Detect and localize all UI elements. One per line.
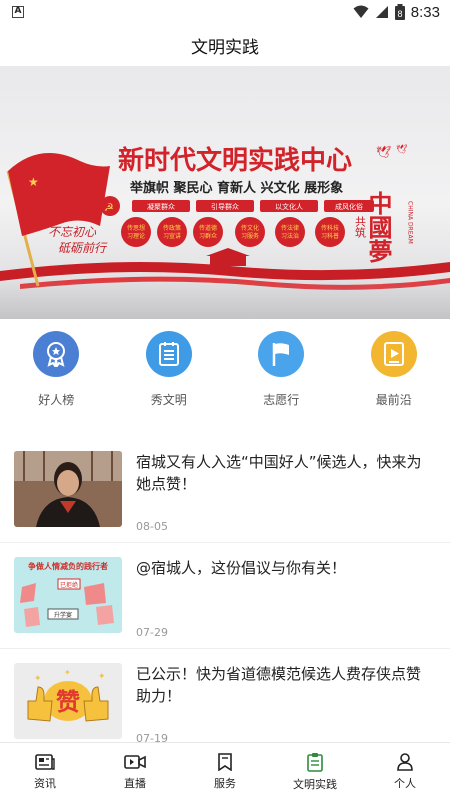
- svg-text:✦: ✦: [34, 674, 42, 684]
- quick-label: 好人榜: [38, 393, 75, 407]
- quick-item-civilization[interactable]: 秀文明: [124, 331, 214, 408]
- svg-text:☭: ☭: [104, 201, 114, 214]
- nav-item-news[interactable]: 资讯: [5, 753, 85, 791]
- svg-text:✦: ✦: [64, 668, 71, 677]
- china-dream-en: CHINA DREAM: [407, 201, 414, 244]
- news-title: @宿城人，这份倡议与你有关！: [136, 559, 347, 577]
- news-thumbnail: 争做人情减负的践行者 已拒绝 升学宴: [14, 557, 122, 633]
- svg-text:传科技: 传科技: [321, 224, 339, 232]
- svg-text:习宣讲: 习宣讲: [163, 232, 181, 240]
- bottom-nav: 资讯 直播 服务 文明实践 个人: [0, 742, 450, 800]
- svg-text:已拒绝: 已拒绝: [60, 581, 78, 589]
- banner-tags: 凝聚群众 引导群众 以文化人 成风化俗: [132, 200, 374, 212]
- news-item[interactable]: 宿城又有人入选“中国好人”候选人，快来为她点赞！ 08-05: [0, 437, 450, 543]
- china-dream-side: 共筑: [354, 216, 367, 238]
- svg-text:升学宴: 升学宴: [54, 611, 72, 619]
- award-badge-icon: [33, 331, 80, 377]
- person-icon: [397, 752, 413, 771]
- dove-icon: 🕊: [376, 145, 391, 159]
- svg-text:习法治: 习法治: [281, 232, 299, 240]
- news-date: 08-05: [136, 520, 168, 533]
- tiananmen-icon: [206, 248, 250, 266]
- clipboard-icon: [307, 752, 323, 772]
- quick-label: 秀文明: [150, 393, 187, 407]
- news-title: 宿城又有人入选“中国好人”候选人，快来为她点赞！: [136, 453, 422, 493]
- news-thumbnail: 赞 ✦ ✦ ✦: [14, 663, 122, 739]
- news-item[interactable]: 赞 ✦ ✦ ✦ 已公示！快为省道德模范候选人费存侠点赞助力！ 07-19: [0, 649, 450, 755]
- nav-item-civilization-practice[interactable]: 文明实践: [275, 752, 355, 792]
- battery-icon: 8: [394, 4, 405, 20]
- wifi-icon: [353, 5, 369, 18]
- banner-slogan: 举旗帜 聚民心 育新人 兴文化 展形象: [129, 180, 343, 196]
- news-item[interactable]: 争做人情减负的践行者 已拒绝 升学宴 @宿城人，这份倡议与你有关！ 07-29: [0, 543, 450, 649]
- nav-item-live[interactable]: 直播: [95, 753, 175, 791]
- flag-star: ★: [28, 175, 39, 189]
- news-date: 07-29: [136, 626, 168, 639]
- side-text-1: 不忘初心: [48, 225, 97, 239]
- flag-icon: [258, 331, 305, 377]
- svg-text:习服务: 习服务: [241, 232, 259, 240]
- svg-text:习理论: 习理论: [127, 232, 145, 240]
- banner-circles: 传思想 习理论 传政策 习宣讲 传道德 习群众 传文化 习服务 传法律 习法治 …: [121, 217, 345, 247]
- svg-text:传文化: 传文化: [241, 224, 259, 232]
- svg-text:传道德: 传道德: [199, 224, 217, 232]
- side-text-2: 砥砺前行: [58, 241, 108, 255]
- svg-text:传法律: 传法律: [281, 224, 299, 232]
- bookmark-icon: [218, 752, 232, 771]
- banner-carousel[interactable]: ★ 新时代文明实践中心 举旗帜 聚民心 育新人 兴文化 展形象 ☭ 凝聚群众 引…: [0, 66, 450, 319]
- quick-item-frontier[interactable]: 最前沿: [349, 331, 439, 408]
- nav-label: 文明实践: [293, 777, 337, 791]
- quick-label: 最前沿: [375, 393, 412, 407]
- svg-text:✦: ✦: [98, 672, 106, 682]
- svg-text:习群众: 习群众: [199, 232, 217, 240]
- quick-menu: 好人榜 秀文明 志愿行 最前沿: [0, 319, 450, 437]
- nav-item-service[interactable]: 服务: [185, 752, 265, 791]
- quick-item-good-people[interactable]: 好人榜: [11, 331, 101, 408]
- svg-text:凝聚群众: 凝聚群众: [147, 202, 175, 211]
- svg-text:🕊: 🕊: [396, 143, 408, 155]
- svg-text:传思想: 传思想: [127, 224, 145, 232]
- svg-text:赞: 赞: [55, 688, 80, 716]
- nav-item-profile[interactable]: 个人: [365, 752, 445, 791]
- banner-shadow: [0, 279, 450, 319]
- nav-label: 直播: [124, 776, 146, 790]
- signal-icon: [375, 6, 388, 18]
- nav-label: 服务: [214, 776, 236, 790]
- svg-text:以文化人: 以文化人: [275, 202, 303, 211]
- news-list: 宿城又有人入选“中国好人”候选人，快来为她点赞！ 08-05 争做人情减负的践行…: [0, 437, 450, 755]
- quick-label: 志愿行: [263, 393, 300, 407]
- svg-text:争做人情减负的践行者: 争做人情减负的践行者: [28, 561, 108, 571]
- svg-text:8: 8: [397, 9, 402, 19]
- video-file-icon: [370, 331, 417, 377]
- chinese-flag: [8, 153, 110, 236]
- video-camera-icon: [124, 754, 146, 769]
- svg-text:习科普: 习科普: [321, 232, 339, 240]
- svg-text:引导群众: 引导群众: [211, 202, 239, 211]
- news-title: 已公示！快为省道德模范候选人费存侠点赞助力！: [136, 665, 422, 705]
- news-icon: [35, 753, 55, 770]
- status-bar: A 8 8:33: [0, 0, 450, 24]
- nav-label: 个人: [394, 776, 416, 790]
- news-thumbnail: [14, 451, 122, 527]
- banner-headline: 新时代文明实践中心: [118, 145, 352, 176]
- page-title: 文明实践: [191, 37, 259, 58]
- nav-label: 资讯: [34, 776, 56, 790]
- svg-text:传政策: 传政策: [163, 224, 181, 232]
- quick-item-volunteer[interactable]: 志愿行: [236, 331, 326, 408]
- china-dream-text: 中國夢: [364, 191, 392, 263]
- document-list-icon: [145, 331, 192, 377]
- svg-text:成风化俗: 成风化俗: [335, 202, 363, 211]
- status-time: 8:33: [410, 3, 440, 21]
- notification-a-icon: A: [12, 6, 24, 18]
